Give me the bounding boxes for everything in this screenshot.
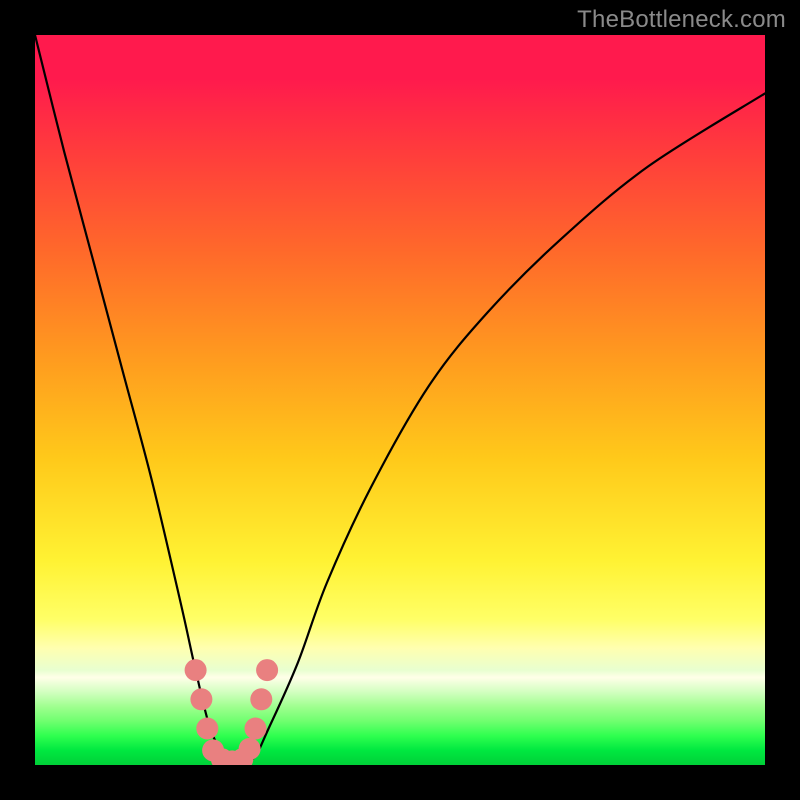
curve-marker	[196, 718, 218, 740]
curve-marker	[256, 659, 278, 681]
watermark-text: TheBottleneck.com	[577, 6, 786, 34]
curve-marker	[239, 738, 261, 760]
curve-marker	[245, 718, 267, 740]
chart-frame: TheBottleneck.com	[0, 0, 800, 800]
bottleneck-curve-path	[35, 35, 765, 762]
curve-marker	[185, 659, 207, 681]
curve-marker	[190, 688, 212, 710]
bottleneck-curve-svg	[35, 35, 765, 765]
curve-marker	[250, 688, 272, 710]
plot-area	[35, 35, 765, 765]
